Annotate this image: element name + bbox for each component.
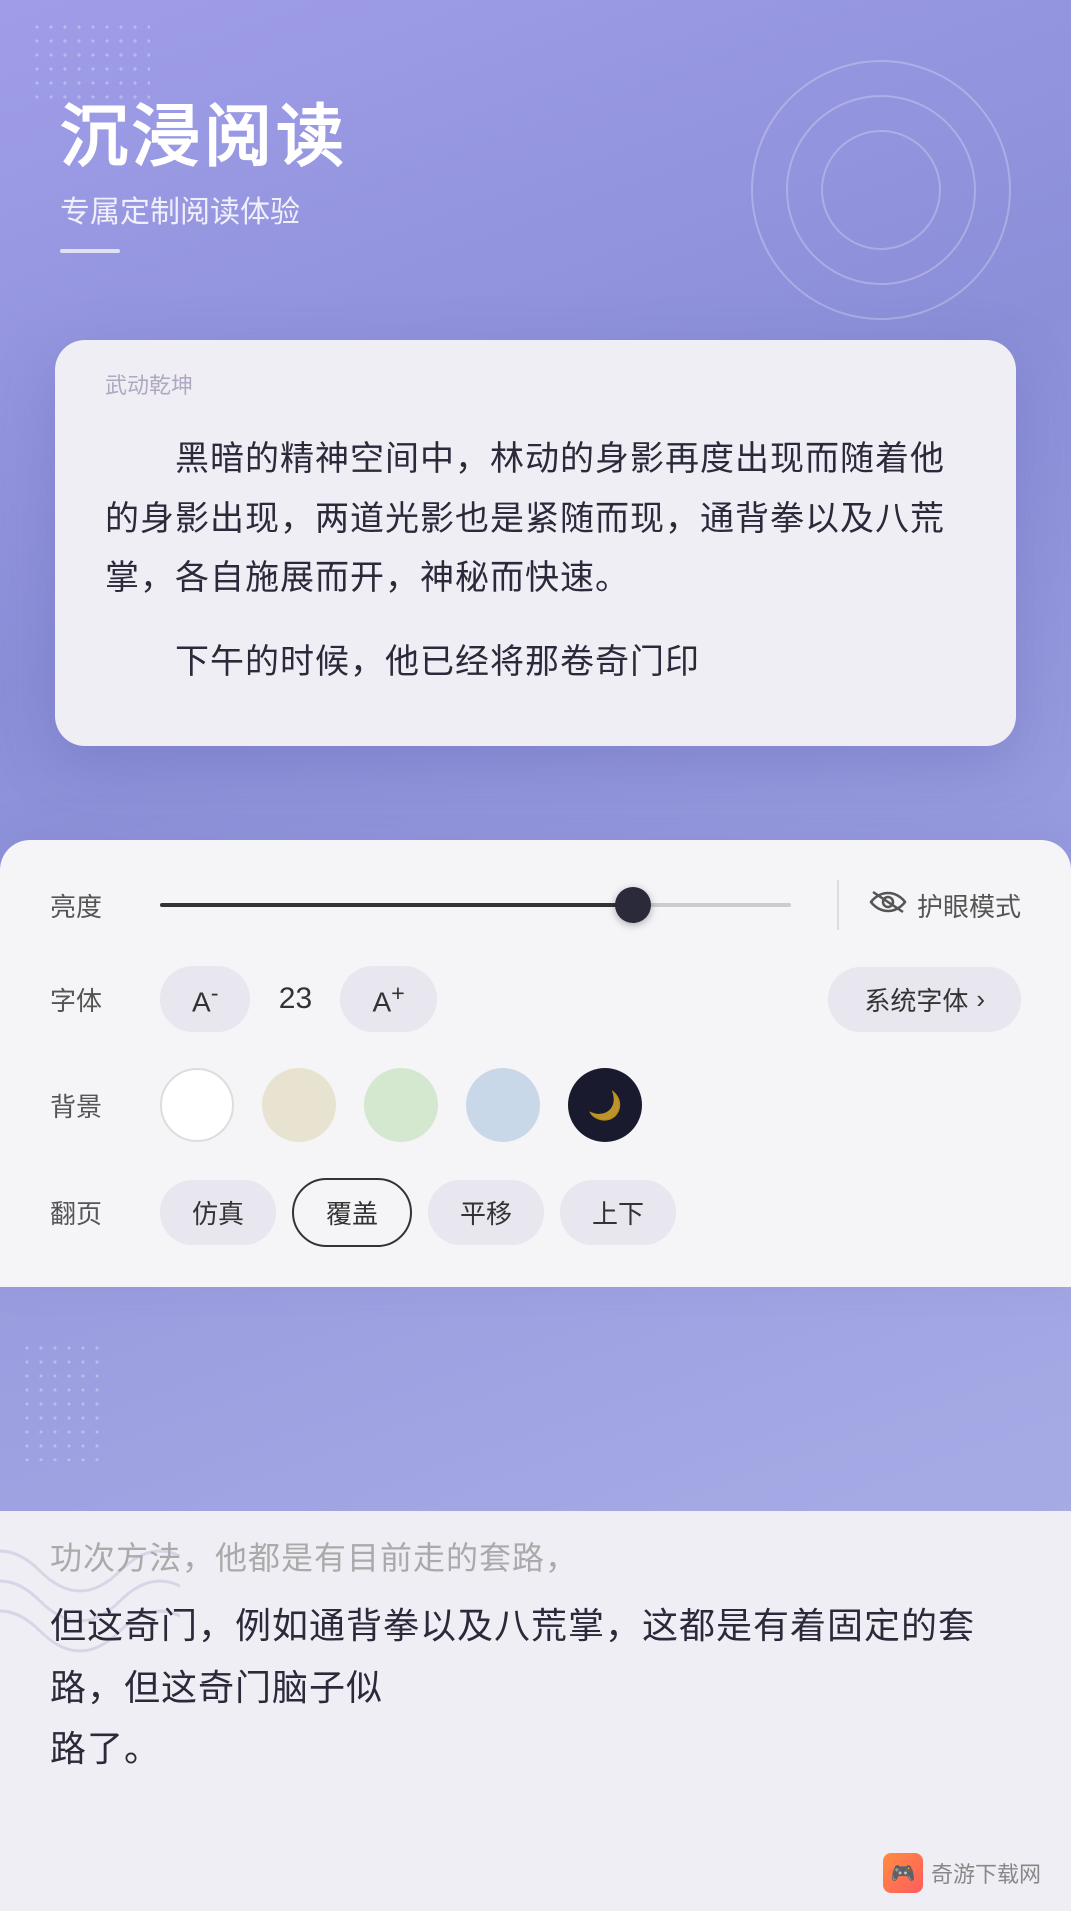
font-family-button[interactable]: 系统字体 › [828,967,1021,1032]
flip-cover-label: 覆盖 [326,1199,378,1229]
dots-decoration-bottom [20,1341,100,1461]
eye-mode-label: 护眼模式 [917,887,1021,924]
watermark: 🎮 奇游下载网 [883,1853,1041,1893]
lower-para-2: 但这奇门，例如通背拳以及八荒掌，这都是有着固定的套路，但这奇门脑子似 [50,1595,1021,1717]
flip-slide-label: 平移 [460,1199,512,1229]
flip-updown-label: 上下 [592,1199,644,1229]
deco-circle-inner [821,130,941,250]
flip-options: 仿真 覆盖 平移 上下 [160,1178,1021,1247]
font-size-display: 23 [270,982,320,1016]
book-title: 武动乾坤 [55,340,1016,410]
chevron-right-icon: › [976,984,985,1015]
lower-para-1: 功次方法，他都是有目前走的套路， [50,1531,1021,1585]
page-subtitle: 专属定制阅读体验 [60,187,348,231]
flip-updown-button[interactable]: 上下 [560,1180,676,1245]
font-decrease-label: A- [192,980,218,1018]
bg-white-option[interactable] [160,1068,234,1142]
reading-paragraph-2: 下午的时候，他已经将那卷奇门印 [105,633,966,693]
bg-beige-option[interactable] [262,1068,336,1142]
lower-reading-content: 功次方法，他都是有目前走的套路， 但这奇门，例如通背拳以及八荒掌，这都是有着固定… [0,1511,1071,1911]
reading-paragraph-1: 黑暗的精神空间中，林动的身影再度出现而随着他的身影出现，两道光影也是紧随而现，通… [105,430,966,609]
brightness-slider-wrap [160,903,807,907]
flip-simulation-label: 仿真 [192,1199,244,1229]
font-increase-button[interactable]: A+ [340,966,436,1032]
font-controls: A- 23 A+ 系统字体 › [160,966,1021,1032]
eye-icon [869,889,907,921]
eye-mode-toggle[interactable]: 护眼模式 [869,887,1021,924]
lower-para-3: 路了。 [50,1718,1021,1779]
flip-cover-button[interactable]: 覆盖 [292,1178,412,1247]
circle-decoration [751,60,1011,320]
bg-label: 背景 [50,1087,130,1124]
brightness-fill [160,903,633,907]
settings-panel: 亮度 护眼模式 [0,840,1071,1287]
brightness-row: 亮度 护眼模式 [50,880,1021,930]
flip-row: 翻页 仿真 覆盖 平移 上下 [50,1178,1021,1247]
brightness-label: 亮度 [50,887,130,924]
bg-bluegray-option[interactable] [466,1068,540,1142]
bg-options: 🌙 [160,1068,1021,1142]
brightness-track[interactable] [160,903,791,907]
watermark-logo: 🎮 [883,1853,923,1893]
header-divider [60,249,120,253]
flip-simulation-button[interactable]: 仿真 [160,1180,276,1245]
font-row: 字体 A- 23 A+ 系统字体 › [50,966,1021,1032]
lower-reading-text: 功次方法，他都是有目前走的套路， 但这奇门，例如通背拳以及八荒掌，这都是有着固定… [50,1531,1021,1779]
bg-dark-option[interactable]: 🌙 [568,1068,642,1142]
font-increase-label: A+ [372,980,404,1018]
dots-decoration-top [30,20,150,100]
divider-vertical [837,880,839,930]
background-row: 背景 🌙 [50,1068,1021,1142]
bg-green-option[interactable] [364,1068,438,1142]
font-decrease-button[interactable]: A- [160,966,250,1032]
page-title: 沉浸阅读 [60,100,348,175]
font-family-label: 系统字体 [864,981,968,1018]
brightness-thumb[interactable] [615,887,651,923]
font-label: 字体 [50,981,130,1018]
flip-slide-button[interactable]: 平移 [428,1180,544,1245]
flip-label: 翻页 [50,1194,130,1231]
watermark-label: 奇游下载网 [931,1857,1041,1889]
watermark-icon: 🎮 [891,1861,916,1886]
header-section: 沉浸阅读 专属定制阅读体验 [60,100,348,253]
moon-icon: 🌙 [588,1089,623,1122]
brightness-controls: 护眼模式 [160,880,1021,930]
reading-card: 武动乾坤 黑暗的精神空间中，林动的身影再度出现而随着他的身影出现，两道光影也是紧… [55,340,1016,746]
reading-content: 黑暗的精神空间中，林动的身影再度出现而随着他的身影出现，两道光影也是紧随而现，通… [55,410,1016,746]
